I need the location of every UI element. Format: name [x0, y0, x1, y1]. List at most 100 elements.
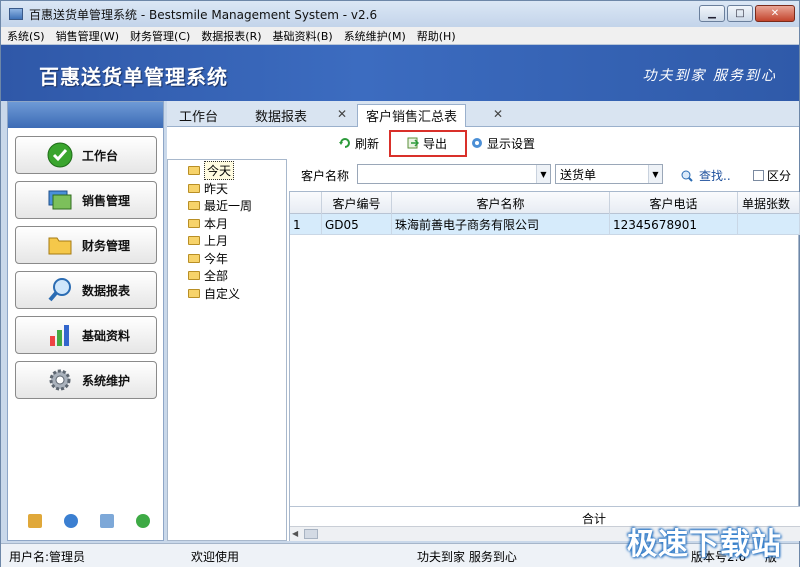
status-slogan: 功夫到家 服务到心 [417, 550, 517, 564]
sales-summary-grid: 客户编号 客户名称 客户电话 单据张数 1 GD05 珠海前善电子商务有限公司 … [289, 191, 800, 541]
tree-item-this-month[interactable]: 本月 [168, 215, 286, 233]
nav-label: 系统维护 [82, 373, 131, 388]
maximize-button[interactable]: □ [727, 5, 753, 22]
window-title: 百惠送货单管理系统 - Bestsmile Management System … [29, 7, 378, 22]
col-header-doc-count[interactable]: 单据张数 [738, 192, 800, 214]
cell-customer-phone: 12345678901 [610, 214, 738, 235]
footer-total-label: 合计 [582, 512, 607, 526]
nav-label: 工作台 [82, 148, 119, 163]
export-label: 导出 [423, 136, 448, 151]
menu-bar: 系统(S) 销售管理(W) 财务管理(C) 数据报表(R) 基础资料(B) 系统… [1, 27, 799, 45]
scroll-left-icon[interactable]: ◀ [292, 529, 298, 538]
tab-bar: 工作台 数据报表 ✕ 客户销售汇总表 ✕ [167, 101, 799, 127]
folder-icon [188, 183, 200, 193]
menu-help[interactable]: 帮助(H) [417, 28, 456, 44]
main-content: 工作台 数据报表 ✕ 客户销售汇总表 ✕ 刷新 导出 显示设置 今天 昨天 最近… [167, 101, 800, 541]
menu-system[interactable]: 系统(S) [7, 28, 45, 44]
folder-icon [188, 218, 200, 228]
split-checkbox[interactable]: 区分 [753, 167, 791, 184]
col-header-index [290, 192, 322, 214]
tree-item-yesterday[interactable]: 昨天 [168, 180, 286, 198]
power-icon[interactable] [136, 514, 150, 528]
export-button[interactable]: 导出 [407, 132, 447, 154]
chevron-down-icon: ▼ [536, 165, 550, 183]
customer-name-select[interactable]: ▼ [357, 164, 551, 184]
export-icon [407, 137, 420, 149]
chevron-down-icon: ▼ [648, 165, 662, 183]
key-icon[interactable] [28, 514, 42, 528]
nav-workbench-button[interactable]: 工作台 [15, 136, 157, 174]
nav-maintenance-button[interactable]: 系统维护 [15, 361, 157, 399]
close-button[interactable]: ✕ [755, 5, 795, 22]
left-nav: 工作台 销售管理 财务管理 数据报表 基础资料 系统维护 [7, 101, 164, 541]
tab-sales-summary-close-icon[interactable]: ✕ [493, 107, 503, 121]
chart-icon [46, 322, 74, 348]
nav-sales-button[interactable]: 销售管理 [15, 181, 157, 219]
nav-basic-data-button[interactable]: 基础资料 [15, 316, 157, 354]
folder-icon [188, 288, 200, 298]
monitor-icon [46, 187, 74, 213]
settings-icon [471, 137, 483, 149]
checkmark-icon [46, 142, 74, 168]
folder-icon [188, 271, 200, 281]
nav-label: 数据报表 [82, 283, 131, 298]
nav-label: 销售管理 [82, 193, 131, 208]
folder-icon [188, 253, 200, 263]
cell-index: 1 [290, 214, 322, 235]
tab-reports-close-icon[interactable]: ✕ [337, 107, 347, 121]
search-icon [681, 170, 693, 182]
header-banner: 百惠送货单管理系统 功夫到家 服务到心 [1, 45, 799, 101]
tab-reports[interactable]: 数据报表 [255, 106, 307, 125]
tab-workbench[interactable]: 工作台 [179, 106, 218, 125]
tree-item-today[interactable]: 今天 [168, 161, 286, 181]
nav-finance-button[interactable]: 财务管理 [15, 226, 157, 264]
cell-customer-id: GD05 [322, 214, 392, 235]
menu-sales[interactable]: 销售管理(W) [56, 28, 119, 44]
folder-icon [188, 166, 200, 176]
doc-type-select[interactable]: 送货单 ▼ [555, 164, 663, 184]
tab-sales-summary[interactable]: 客户销售汇总表 [357, 104, 467, 127]
search-button[interactable]: 查找.. [681, 167, 731, 184]
cell-customer-name: 珠海前善电子商务有限公司 [392, 214, 610, 235]
title-bar: 百惠送货单管理系统 - Bestsmile Management System … [1, 1, 799, 27]
clock-icon[interactable] [64, 514, 78, 528]
refresh-icon [339, 137, 351, 149]
customer-name-label: 客户名称 [301, 169, 350, 183]
menu-basic-data[interactable]: 基础资料(B) [273, 28, 333, 44]
col-header-customer-name[interactable]: 客户名称 [392, 192, 610, 214]
filter-bar: 客户名称 ▼ 送货单 ▼ 查找.. 区分 [289, 159, 799, 189]
scroll-thumb[interactable] [304, 529, 318, 539]
app-slogan: 功夫到家 服务到心 [642, 68, 777, 84]
nav-reports-button[interactable]: 数据报表 [15, 271, 157, 309]
grid-header: 客户编号 客户名称 客户电话 单据张数 [290, 192, 800, 214]
magnifier-icon [46, 277, 74, 303]
menu-maintenance[interactable]: 系统维护(M) [344, 28, 406, 44]
toolbar: 刷新 导出 显示设置 [167, 128, 799, 158]
minimize-button[interactable]: ▁ [699, 5, 725, 22]
search-window-icon[interactable] [100, 514, 114, 528]
table-row[interactable]: 1 GD05 珠海前善电子商务有限公司 12345678901 [290, 214, 800, 235]
app-icon [9, 8, 23, 20]
nav-label: 基础资料 [82, 328, 131, 343]
menu-finance[interactable]: 财务管理(C) [130, 28, 190, 44]
nav-header [8, 102, 163, 128]
checkbox-box [753, 170, 764, 181]
nav-label: 财务管理 [82, 238, 131, 253]
app-title: 百惠送货单管理系统 [39, 65, 228, 89]
refresh-button[interactable]: 刷新 [339, 132, 379, 154]
gear-icon [46, 367, 74, 393]
display-settings-label: 显示设置 [487, 136, 536, 151]
tree-item-custom[interactable]: 自定义 [168, 285, 286, 303]
tree-item-this-year[interactable]: 今年 [168, 250, 286, 268]
refresh-label: 刷新 [355, 136, 380, 151]
display-settings-button[interactable]: 显示设置 [471, 132, 535, 154]
app-window: 百惠送货单管理系统 - Bestsmile Management System … [0, 0, 800, 567]
col-header-customer-id[interactable]: 客户编号 [322, 192, 392, 214]
watermark: 极速下载站 [627, 527, 782, 562]
menu-reports[interactable]: 数据报表(R) [201, 28, 261, 44]
tree-item-all[interactable]: 全部 [168, 267, 286, 285]
status-welcome: 欢迎使用 [191, 550, 240, 564]
tree-item-last-week[interactable]: 最近一周 [168, 197, 286, 215]
col-header-customer-phone[interactable]: 客户电话 [610, 192, 738, 214]
tree-item-last-month[interactable]: 上月 [168, 232, 286, 250]
